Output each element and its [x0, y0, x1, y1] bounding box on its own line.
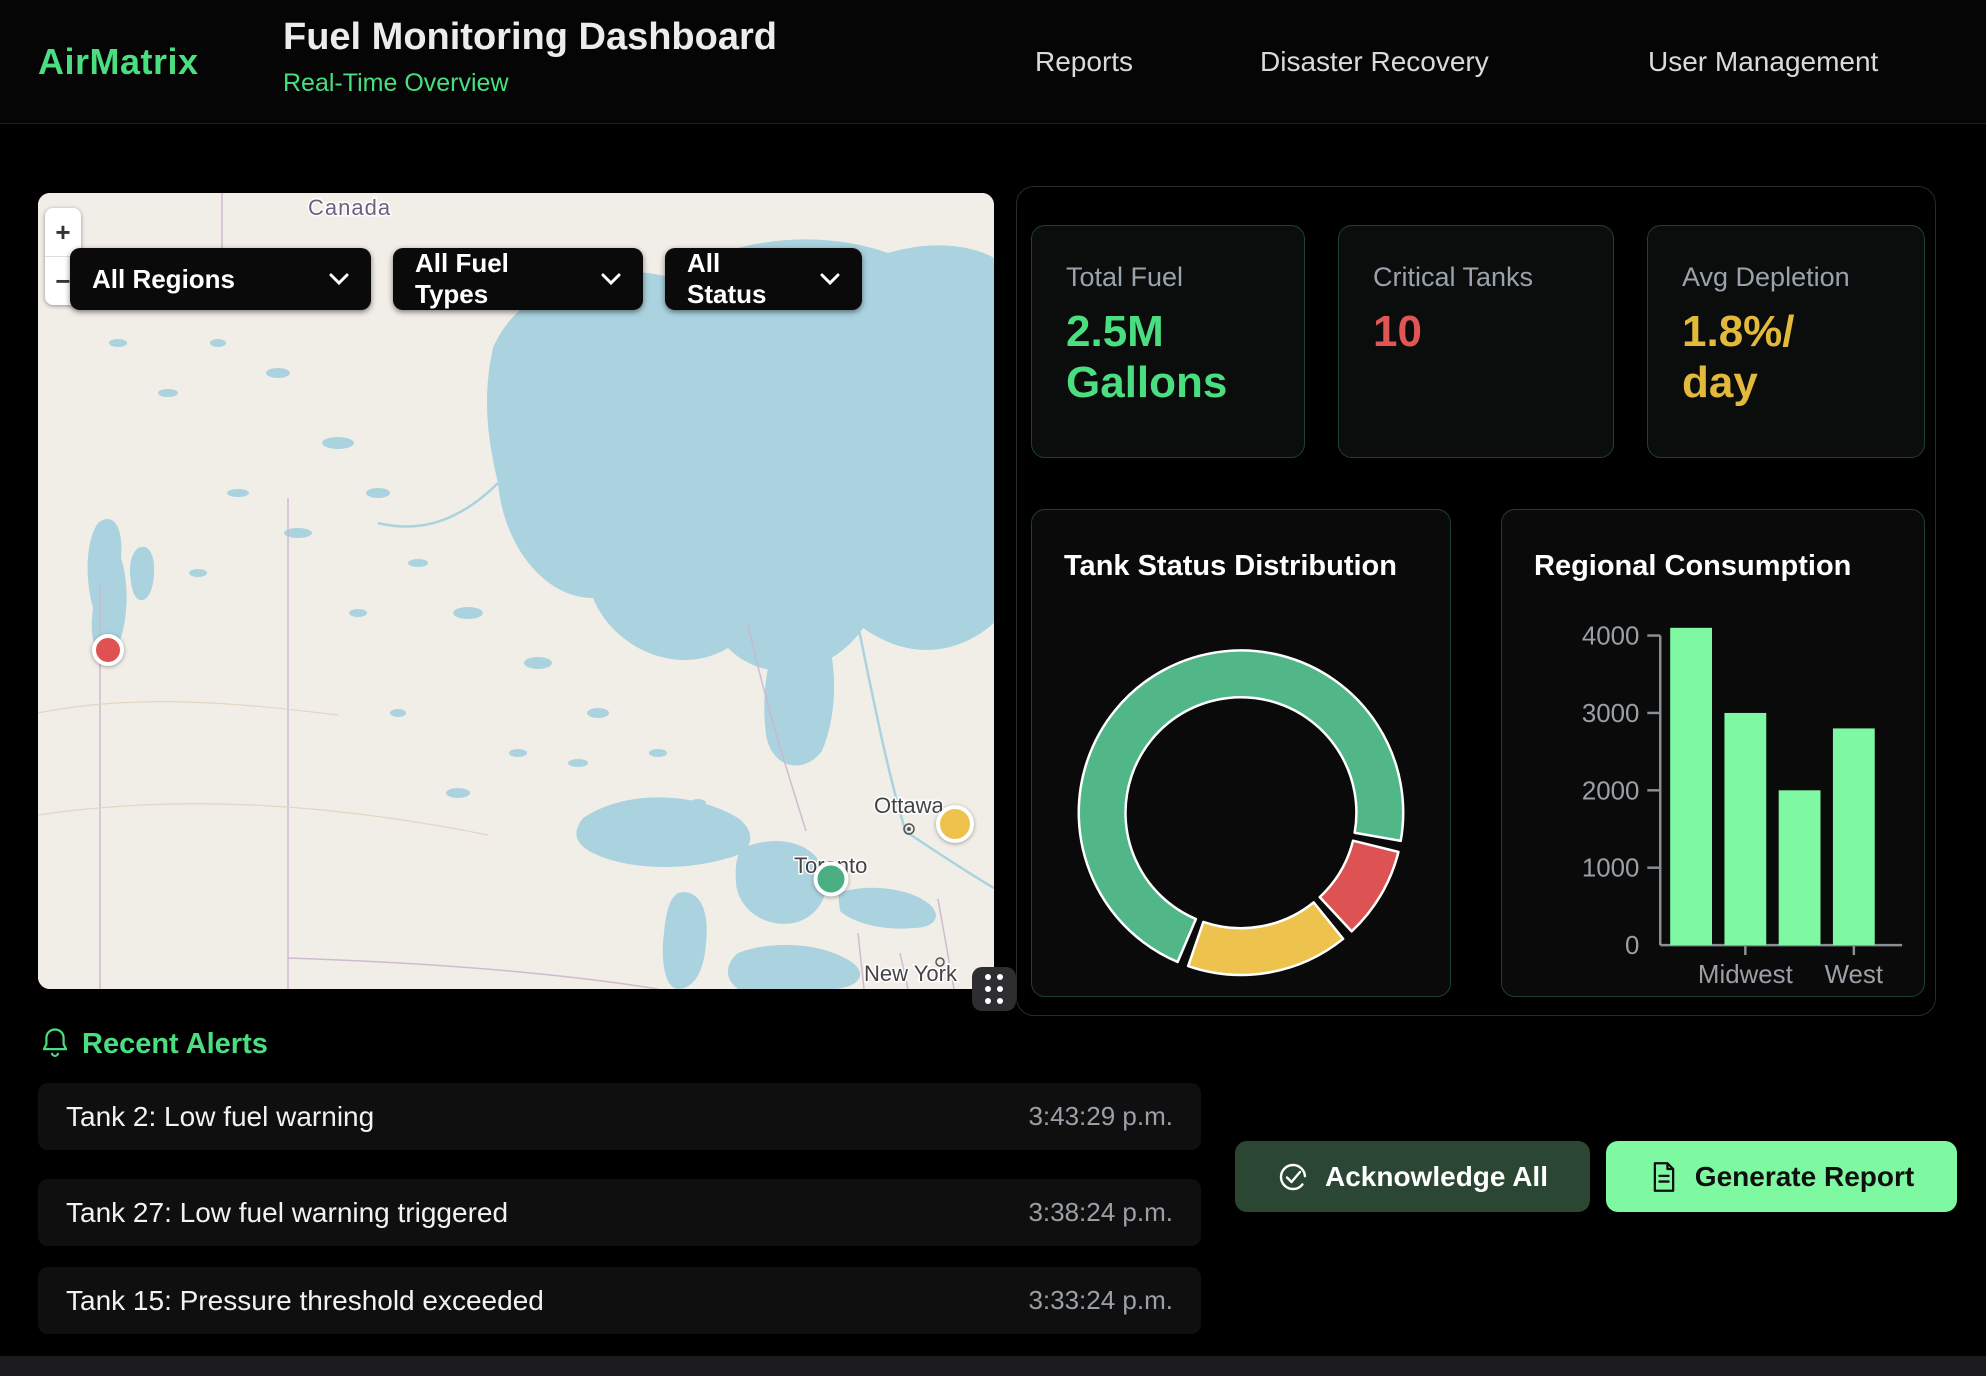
green-tank-marker[interactable]	[813, 862, 848, 897]
chevron-down-icon	[820, 273, 840, 285]
alert-timestamp: 3:33:24 p.m.	[1028, 1285, 1173, 1316]
alert-row[interactable]: Tank 27: Low fuel warning triggered 3:38…	[38, 1179, 1201, 1246]
status-filter-label: All Status	[687, 248, 802, 310]
fuel-type-filter-dropdown[interactable]: All Fuel Types	[393, 248, 643, 310]
svg-text:2000: 2000	[1582, 777, 1640, 805]
svg-text:1000: 1000	[1582, 855, 1640, 883]
nav-item-disaster-recovery[interactable]: Disaster Recovery	[1260, 0, 1489, 124]
alert-timestamp: 3:43:29 p.m.	[1028, 1101, 1173, 1132]
alerts-heading: Recent Alerts	[82, 1028, 268, 1061]
generate-report-label: Generate Report	[1695, 1161, 1914, 1193]
resize-drag-handle-icon[interactable]	[972, 967, 1016, 1011]
svg-text:0: 0	[1625, 932, 1639, 960]
stat-label: Total Fuel	[1066, 262, 1304, 293]
stat-value: 10	[1373, 307, 1613, 358]
svg-text:3000: 3000	[1582, 700, 1640, 728]
generate-report-button[interactable]: Generate Report	[1606, 1141, 1957, 1212]
stat-card-avg-depletion: Avg Depletion 1.8%/day	[1647, 225, 1925, 458]
fuel-type-filter-label: All Fuel Types	[415, 248, 583, 310]
yellow-tank-marker[interactable]	[936, 805, 974, 843]
svg-text:West: West	[1825, 961, 1883, 989]
stat-card-critical-tanks: Critical Tanks 10	[1338, 225, 1614, 458]
red-tank-marker[interactable]	[92, 634, 124, 666]
nav-item-reports[interactable]: Reports	[1035, 0, 1133, 124]
alert-timestamp: 3:38:24 p.m.	[1028, 1197, 1173, 1228]
bar-chart-svg: 0 1000 2000 3000 4000 Midwest West	[1502, 510, 1924, 996]
page-title: Fuel Monitoring Dashboard	[283, 16, 777, 59]
acknowledge-all-button[interactable]: Acknowledge All	[1235, 1141, 1590, 1212]
alert-message: Tank 15: Pressure threshold exceeded	[66, 1285, 544, 1317]
region-filter-dropdown[interactable]: All Regions	[70, 248, 371, 310]
map-filter-row: All Regions All Fuel Types All Status	[70, 248, 862, 310]
tank-status-chart-card: Tank Status Distribution	[1031, 509, 1451, 997]
alert-message: Tank 27: Low fuel warning triggered	[66, 1197, 508, 1229]
stat-card-total-fuel: Total Fuel 2.5MGallons	[1031, 225, 1305, 458]
stat-label: Avg Depletion	[1682, 262, 1924, 293]
app-logo[interactable]: AirMatrix	[38, 0, 199, 124]
status-filter-dropdown[interactable]: All Status	[665, 248, 862, 310]
dashboard-page: AirMatrix Fuel Monitoring Dashboard Real…	[0, 0, 1986, 1376]
check-circle-icon	[1277, 1161, 1309, 1193]
map[interactable]: Canada Ottawa Toronto New York + − All R…	[38, 193, 994, 989]
nav-item-user-management[interactable]: User Management	[1648, 0, 1878, 124]
document-icon	[1649, 1161, 1679, 1193]
alert-row[interactable]: Tank 2: Low fuel warning 3:43:29 p.m.	[38, 1083, 1201, 1150]
stat-value: 1.8%/day	[1682, 307, 1924, 408]
page-title-block: Fuel Monitoring Dashboard Real-Time Over…	[283, 16, 777, 98]
svg-text:4000: 4000	[1582, 623, 1640, 651]
bell-icon	[40, 1027, 70, 1059]
page-subtitle: Real-Time Overview	[283, 69, 777, 98]
map-markers	[38, 193, 994, 989]
footer-strip	[0, 1356, 1986, 1376]
donut-chart-svg	[1032, 510, 1450, 996]
chevron-down-icon	[601, 273, 621, 285]
region-filter-label: All Regions	[92, 264, 235, 295]
alert-message: Tank 2: Low fuel warning	[66, 1101, 374, 1133]
svg-text:Midwest: Midwest	[1698, 961, 1793, 989]
alert-row[interactable]: Tank 15: Pressure threshold exceeded 3:3…	[38, 1267, 1201, 1334]
stat-value: 2.5MGallons	[1066, 307, 1304, 408]
app-header: AirMatrix Fuel Monitoring Dashboard Real…	[0, 0, 1986, 124]
stat-label: Critical Tanks	[1373, 262, 1613, 293]
regional-consumption-chart-card: Regional Consumption 01000200030004000Mi…	[1501, 509, 1925, 997]
acknowledge-all-label: Acknowledge All	[1325, 1161, 1548, 1193]
chevron-down-icon	[329, 273, 349, 285]
